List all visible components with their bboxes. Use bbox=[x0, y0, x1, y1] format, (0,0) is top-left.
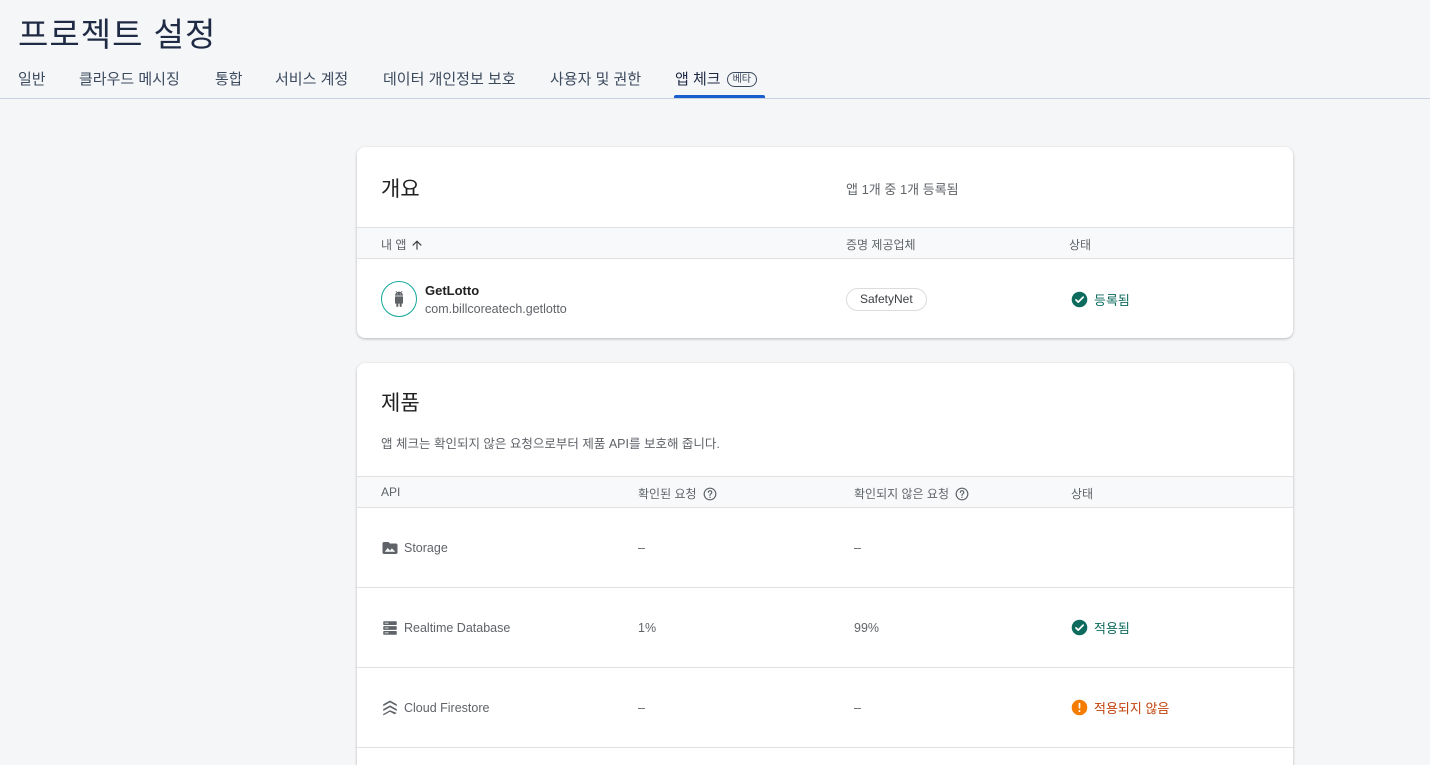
tab-app-check[interactable]: 앱 체크 베타 bbox=[675, 68, 757, 89]
unverified-value: – bbox=[854, 541, 861, 555]
api-status: 적용되지 않음 bbox=[1071, 698, 1169, 717]
verified-value: 1% bbox=[638, 621, 657, 635]
storage-image-icon bbox=[382, 542, 398, 554]
api-name: Cloud Firestore bbox=[381, 699, 489, 717]
app-status: 등록됨 bbox=[1071, 290, 1130, 309]
tab-integrations[interactable]: 통합 bbox=[215, 68, 243, 89]
tab-service-accounts[interactable]: 서비스 계정 bbox=[275, 68, 348, 89]
products-table-header: API 확인된 요청 확인되지 않은 요청 상태 bbox=[357, 476, 1293, 508]
check-circle-icon bbox=[1071, 619, 1088, 636]
api-name-label: Storage bbox=[404, 541, 448, 555]
database-icon bbox=[383, 621, 397, 635]
tab-app-check-label: 앱 체크 bbox=[675, 71, 721, 88]
unverified-value: 99% bbox=[854, 621, 880, 635]
col-provider: 증명 제공업체 bbox=[846, 238, 916, 252]
col-status: 상태 bbox=[1069, 238, 1092, 252]
app-name: GetLotto bbox=[425, 283, 480, 298]
active-tab-indicator bbox=[674, 95, 765, 98]
page-title: 프로젝트 설정 bbox=[18, 16, 217, 53]
app-status-label: 등록됨 bbox=[1094, 293, 1130, 308]
verified-value: – bbox=[638, 541, 645, 555]
sort-ascending-icon bbox=[412, 239, 423, 250]
col-verified-requests: 확인된 요청 bbox=[638, 485, 717, 502]
col-my-apps[interactable]: 내 앱 bbox=[381, 236, 424, 253]
firestore-icon bbox=[383, 700, 397, 716]
help-icon[interactable] bbox=[703, 487, 717, 501]
app-avatar bbox=[381, 281, 417, 317]
tab-bar: 일반 클라우드 메시징 통합 서비스 계정 데이터 개인정보 보호 사용자 및 … bbox=[0, 58, 1430, 99]
products-description: 앱 체크는 확인되지 않은 요청으로부터 제품 API를 보호해 줍니다. bbox=[381, 437, 720, 451]
col-my-apps-label: 내 앱 bbox=[381, 238, 407, 252]
api-row-realtime-database[interactable]: Realtime Database 1% 99% 적용됨 bbox=[357, 588, 1293, 668]
products-title: 제품 bbox=[381, 392, 420, 415]
tab-data-privacy[interactable]: 데이터 개인정보 보호 bbox=[383, 68, 516, 89]
tab-cloud-messaging[interactable]: 클라우드 메시징 bbox=[79, 68, 180, 89]
overview-card: 개요 앱 1개 중 1개 등록됨 내 앱 증명 제공업체 상태 GetLotto… bbox=[357, 147, 1293, 338]
overview-summary: 앱 1개 중 1개 등록됨 bbox=[846, 182, 959, 197]
api-name-label: Realtime Database bbox=[404, 621, 511, 635]
col-unverified-requests: 확인되지 않은 요청 bbox=[854, 485, 969, 502]
col-unverified-label: 확인되지 않은 요청 bbox=[854, 487, 949, 501]
api-status-label: 적용되지 않음 bbox=[1094, 701, 1170, 716]
beta-badge: 베타 bbox=[726, 72, 757, 87]
api-name: Storage bbox=[381, 539, 448, 557]
col-api: API bbox=[381, 485, 401, 499]
api-status: 적용됨 bbox=[1071, 618, 1130, 637]
tab-general[interactable]: 일반 bbox=[18, 68, 46, 89]
warning-circle-icon bbox=[1071, 699, 1088, 716]
app-package-name: com.billcoreatech.getlotto bbox=[425, 302, 567, 316]
provider-chip[interactable]: SafetyNet bbox=[846, 288, 927, 311]
android-icon bbox=[395, 291, 403, 307]
api-row-cloud-firestore[interactable]: Cloud Firestore – – 적용되지 않음 bbox=[357, 668, 1293, 748]
products-card: 제품 앱 체크는 확인되지 않은 요청으로부터 제품 API를 보호해 줍니다.… bbox=[357, 363, 1293, 765]
verified-value: – bbox=[638, 701, 645, 715]
api-row-storage[interactable]: Storage – – bbox=[357, 508, 1293, 588]
col-status: 상태 bbox=[1071, 487, 1094, 501]
api-status-label: 적용됨 bbox=[1094, 621, 1130, 636]
col-verified-label: 확인된 요청 bbox=[638, 487, 697, 501]
tab-users-permissions[interactable]: 사용자 및 권한 bbox=[550, 68, 641, 89]
unverified-value: – bbox=[854, 701, 861, 715]
check-circle-icon bbox=[1071, 291, 1088, 308]
app-row[interactable]: GetLotto com.billcoreatech.getlotto Safe… bbox=[357, 259, 1293, 338]
api-name: Realtime Database bbox=[381, 619, 510, 637]
overview-table-header: 내 앱 증명 제공업체 상태 bbox=[357, 227, 1293, 259]
help-icon[interactable] bbox=[955, 487, 969, 501]
overview-title: 개요 bbox=[381, 178, 420, 201]
api-name-label: Cloud Firestore bbox=[404, 701, 490, 715]
